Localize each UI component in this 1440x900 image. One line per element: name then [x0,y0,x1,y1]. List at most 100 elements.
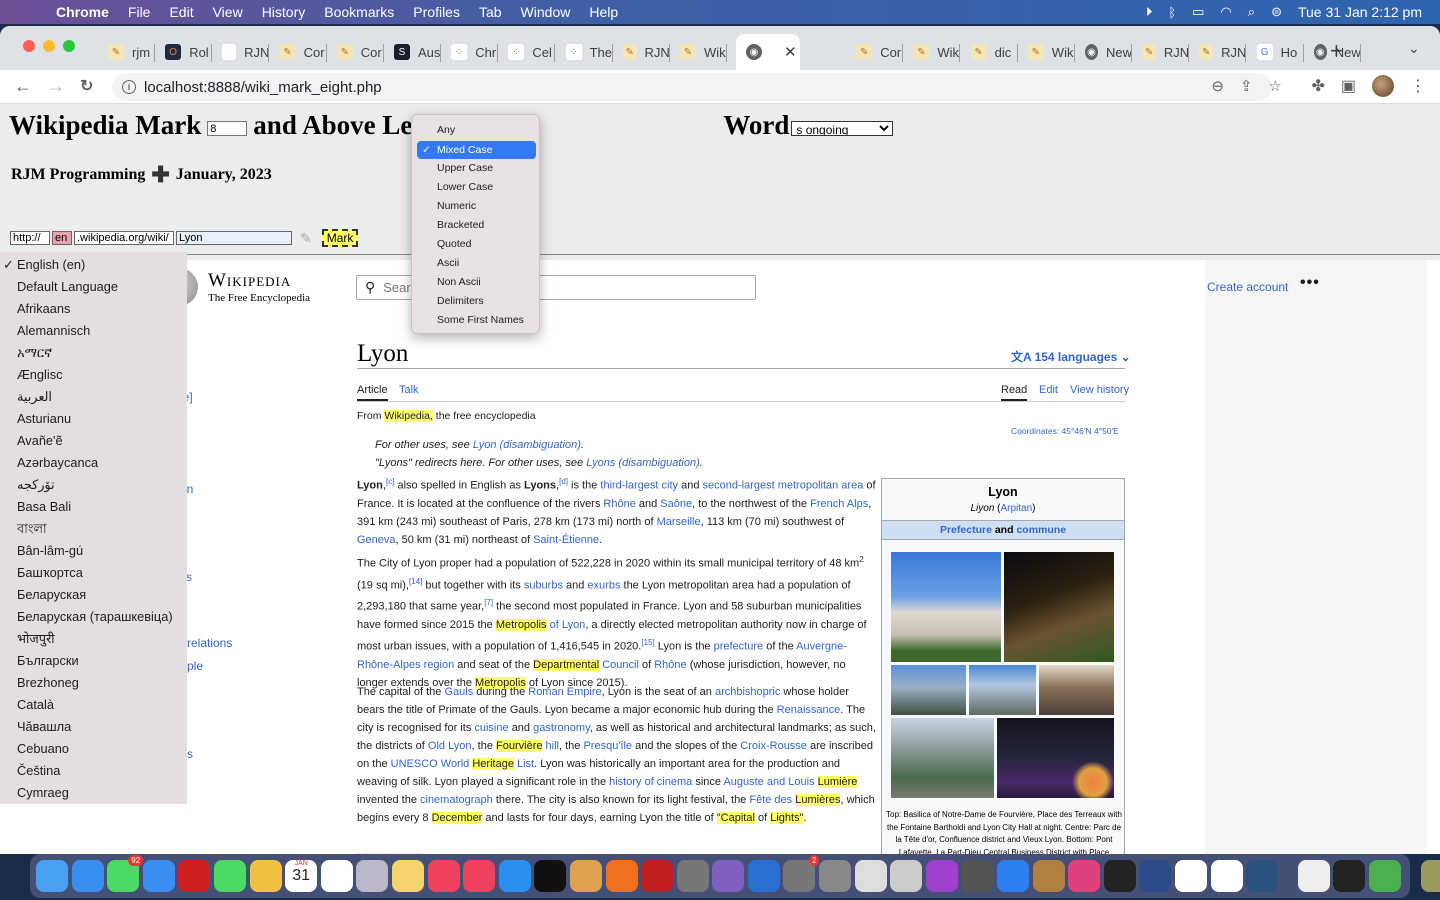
preview-icon[interactable] [854,860,887,892]
browser-tab[interactable]: ⁘ Chr [441,34,499,70]
bluetooth-icon[interactable]: ᛒ [1168,5,1176,20]
system-preferences-icon[interactable]: 2 [783,855,820,892]
contacts-icon[interactable] [1032,860,1065,892]
browser-tab[interactable]: ⁘ The [556,34,613,70]
back-button[interactable]: ← [14,76,32,97]
calendar-icon[interactable]: JAN 31 [285,860,318,892]
language-option[interactable]: Čeština [17,760,60,782]
menu-view[interactable]: View [213,4,243,20]
browser-tab[interactable]: ✎ Wik [903,34,961,70]
mark-button[interactable]: Mark [321,229,359,247]
disambiguation-link[interactable]: Lyons (disambiguation) [586,457,700,469]
article-link[interactable]: Marseille [657,516,701,528]
language-option[interactable]: English (en) [17,254,85,276]
bookmark-star-icon[interactable]: ☆ [1269,77,1282,95]
article-link[interactable]: Saint-Étienne [533,534,599,546]
close-window-button[interactable] [23,40,35,52]
article-link[interactable]: Presqu'île [583,740,632,752]
play-circle-icon[interactable]: ⏵ [1146,4,1153,20]
browser-tab[interactable]: ◉ ✕ [736,34,800,70]
photos-icon[interactable] [249,860,282,892]
lyon-montage-image[interactable] [891,552,1116,798]
commune-link[interactable]: commune [1016,524,1066,536]
browser-tab[interactable]: ✎ dic [961,34,1018,70]
domain-input[interactable]: .wikipedia.org/wiki/ [74,231,174,245]
prefecture-link[interactable]: Prefecture [940,524,992,536]
firefox-icon[interactable] [605,860,638,892]
control-center-icon[interactable]: ⊜ [1271,4,1282,20]
citation-ref[interactable]: 2 [859,555,863,564]
menu-help[interactable]: Help [589,4,618,20]
microphone-icon[interactable]: ✎ [300,230,312,247]
article-link[interactable]: second-largest metropolitan area [703,480,864,492]
article-link[interactable]: Renaissance [777,704,841,716]
article-input[interactable]: Lyon [176,231,292,245]
dropdown-option[interactable]: Quoted [437,236,471,253]
dropdown-option[interactable]: Upper Case [437,160,493,177]
tab-talk[interactable]: Talk [399,384,419,396]
language-option[interactable]: Afrikaans [17,298,70,320]
site-info-icon[interactable]: i [122,80,136,94]
citation-ref[interactable]: [14] [409,577,422,586]
menu-bookmarks[interactable]: Bookmarks [324,4,394,20]
spotlight-search-icon[interactable]: ⌕ [1248,4,1255,20]
tab-search-chevron-icon[interactable]: ⌄ [1408,40,1420,57]
article-link[interactable]: Roman Empire [528,686,601,698]
extensions-puzzle-icon[interactable]: ✤ [1311,76,1324,96]
article-link[interactable]: gastronomy [533,722,590,734]
close-tab-icon[interactable]: ✕ [784,43,797,61]
browser-tab[interactable]: G Ho [1247,34,1304,70]
article-link[interactable]: history of cinema [609,776,692,788]
wifi-icon[interactable]: ◠ [1220,4,1231,20]
toc-fragment[interactable]: ple [187,659,203,673]
messages-icon[interactable]: 92 [107,855,144,892]
article-link[interactable]: Old Lyon [428,740,472,752]
language-option[interactable]: Беларуская (тарашкевіца) [17,606,173,628]
browser-tab[interactable]: ✎ Cor [327,34,384,70]
citation-ref[interactable]: [15] [641,638,654,647]
word-type-select[interactable]: s ongoing [791,121,894,136]
notes-icon[interactable] [391,860,424,892]
browser-tab[interactable]: O Rol [155,34,213,70]
language-code-select[interactable]: en [52,231,72,245]
menu-window[interactable]: Window [521,4,571,20]
tab-edit[interactable]: Edit [1039,384,1058,396]
menu-file[interactable]: File [128,4,151,20]
browser-tab[interactable]: ⁘ Cel [498,34,556,70]
url-text[interactable]: localhost:8888/wiki_mark_eight.php [144,79,382,96]
browser-tab[interactable]: ✎ Wik [1018,34,1075,70]
article-link[interactable]: cuisine [474,722,508,734]
browser-tab[interactable]: S Aus [384,34,441,70]
browser-tab[interactable]: ✎ Cor [846,34,904,70]
toc-fragment[interactable]: s [187,747,193,761]
dropdown-option[interactable]: Numeric [437,198,476,215]
inkscape-icon[interactable] [1210,860,1243,892]
language-option[interactable]: Asturianu [17,408,71,430]
language-option[interactable]: አማርኛ [17,342,52,364]
dropdown-option[interactable]: Delimiters [437,293,484,310]
zoom-icon[interactable] [997,860,1030,892]
article-link[interactable]: exurbs [587,579,620,591]
article-link[interactable]: Council [602,659,639,671]
languages-button[interactable]: 文A 154 languages ⌄ [1011,348,1131,365]
coordinates-link[interactable]: Coordinates: 45°46′N 4°50′E [1011,426,1119,436]
tab-view-history[interactable]: View history [1070,384,1129,396]
citation-ref[interactable]: [c] [386,477,394,486]
browser-tab[interactable]: ✎ rjm [98,34,155,70]
citation-ref[interactable]: [7] [484,598,493,607]
article-link[interactable]: Rhône [603,498,635,510]
article-link[interactable]: archbishopric [715,686,780,698]
dropdown-option[interactable]: Non Ascii [437,274,481,291]
dropdown-option[interactable]: Some First Names [437,312,524,329]
quicktime-icon[interactable] [1139,860,1172,892]
language-option[interactable]: Беларуская [17,584,86,606]
protocol-input[interactable]: http:// [10,231,50,245]
finder-icon[interactable] [36,860,68,892]
browser-tab[interactable]: ◉ New [1075,34,1132,70]
browser-tab[interactable]: ✎ RJN [613,34,670,70]
browser-tab[interactable]: RJN [212,34,270,70]
article-link[interactable]: List [517,758,534,770]
language-option[interactable]: Cymraeg [17,782,69,804]
article-link[interactable]: cinematograph [420,794,493,806]
downloads-icon[interactable] [1420,860,1440,892]
